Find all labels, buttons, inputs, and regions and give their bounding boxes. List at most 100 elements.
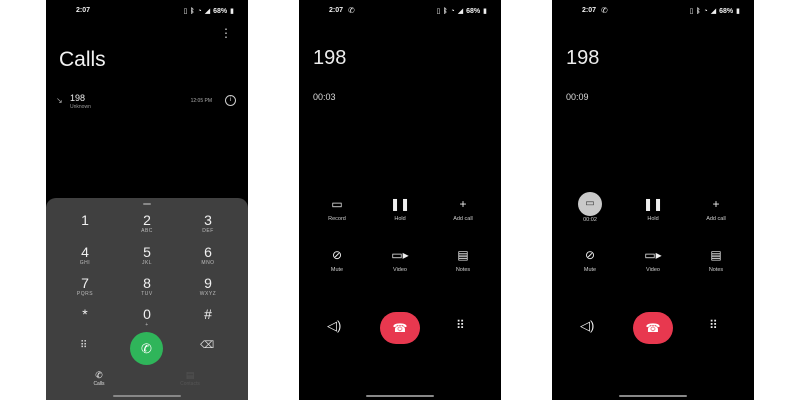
call-indicator-icon: ✆ <box>348 6 355 15</box>
contacts-tab-icon: ▤ <box>185 370 195 380</box>
dialpad: 1 2 ABC 3 DEF 4 GHI 5 JKL 6 MNO 7 PQRS 8 TUV 9W… <box>46 198 248 400</box>
notes-button[interactable]: ▤ Notes <box>686 247 746 273</box>
speaker-icon[interactable]: ◁) <box>327 318 341 334</box>
key-letters: WXYZ <box>199 291 217 297</box>
end-call-button[interactable]: ☎ <box>380 312 420 344</box>
control-label: Add call <box>453 216 473 222</box>
mute-button[interactable]: ⊘ Mute <box>307 247 367 273</box>
dialpad-key-5[interactable]: 5 JKL <box>122 244 172 267</box>
wifi-icon: ◔ <box>197 7 202 15</box>
call-timer: 00:03 <box>313 92 336 102</box>
record-button[interactable]: ▭ Record <box>307 196 367 222</box>
gesture-bar[interactable] <box>619 395 687 397</box>
video-button[interactable]: ▭▸ Video <box>623 247 683 273</box>
bluetooth-icon: ᛒ <box>443 7 448 15</box>
vibrate-icon: ▯ <box>183 8 188 15</box>
tab-label: Contacts <box>180 381 200 387</box>
calls-tab-icon: ✆ <box>95 370 103 380</box>
recording-duration: 00:02 <box>583 217 597 223</box>
vibrate-icon: ▯ <box>689 8 694 15</box>
dialpad-key-8[interactable]: 8 TUV <box>122 275 172 298</box>
dialpad-key-1[interactable]: 1 <box>60 212 110 228</box>
backspace-icon[interactable]: ⌫ <box>200 340 214 351</box>
keypad-icon[interactable]: ⠿ <box>456 318 465 332</box>
hold-button[interactable]: ❚❚ Hold <box>370 196 430 222</box>
battery-level: 68% <box>466 7 481 15</box>
battery-icon: ▮ <box>736 8 740 15</box>
key-digit: 8 <box>143 275 151 291</box>
signal-icon: ◢ <box>710 8 717 15</box>
key-digit: 7 <box>81 275 89 291</box>
dialpad-key-3[interactable]: 3 DEF <box>183 212 233 235</box>
keypad-icon[interactable]: ⠿ <box>709 318 718 332</box>
gesture-bar[interactable] <box>113 395 181 397</box>
dialpad-key-2[interactable]: 2 ABC <box>122 212 172 235</box>
call-log-row[interactable]: ↘ 198 Unknown 12:05 PM i <box>54 92 240 114</box>
control-label: Video <box>646 267 660 273</box>
battery-icon: ▮ <box>230 8 234 15</box>
video-button[interactable]: ▭▸ Video <box>370 247 430 273</box>
more-options-icon[interactable]: ⋮ <box>220 26 232 40</box>
call-log-time: 12:05 PM <box>190 98 212 104</box>
status-time: 2:07 <box>582 7 597 14</box>
status-icons: ▯ ᛒ ◔ ◢ 68% ▮ <box>436 7 487 16</box>
notes-icon: ▤ <box>457 248 469 262</box>
status-bar: 2:07 ▯ ᛒ ◔ ◢ 68% ▮ <box>46 7 248 19</box>
dialpad-key-4[interactable]: 4 GHI <box>60 244 110 267</box>
mic-off-icon: ⊘ <box>584 248 596 262</box>
tab-calls[interactable]: ✆ Calls <box>79 370 119 387</box>
key-digit: 6 <box>204 244 212 260</box>
caller-number: 198 <box>313 47 347 69</box>
missed-call-icon: ↘ <box>56 96 63 105</box>
gesture-bar[interactable] <box>366 395 434 397</box>
pause-icon: ❚❚ <box>642 197 664 211</box>
tab-contacts[interactable]: ▤ Contacts <box>170 370 210 387</box>
dialpad-key-hash[interactable]: # <box>183 306 233 322</box>
ongoing-call-recording-screen: 2:07 ✆ ▯ ᛒ ◔ ◢ 68% ▮ 198 00:09 ▭ 00:02 ❚❚… <box>552 0 754 400</box>
record-button[interactable]: ▭ 00:02 <box>560 192 620 223</box>
vibrate-icon: ▯ <box>436 8 441 15</box>
info-icon[interactable]: i <box>225 95 236 106</box>
control-label: Mute <box>330 267 344 273</box>
control-label: Notes <box>708 267 724 273</box>
video-camera-icon: ▭▸ <box>391 248 409 262</box>
control-label: Notes <box>455 267 471 273</box>
wifi-icon: ◔ <box>450 7 455 15</box>
call-log-subtitle: Unknown <box>70 104 91 110</box>
dialpad-key-star[interactable]: * <box>60 306 110 322</box>
call-indicator-icon: ✆ <box>601 6 608 15</box>
notes-icon: ▤ <box>710 248 722 262</box>
hang-up-icon: ☎ <box>392 321 408 335</box>
speaker-icon[interactable]: ◁) <box>580 318 594 334</box>
hold-button[interactable]: ❚❚ Hold <box>623 196 683 222</box>
tab-label: Calls <box>93 381 105 387</box>
mute-button[interactable]: ⊘ Mute <box>560 247 620 273</box>
status-bar: 2:07 ✆ ▯ ᛒ ◔ ◢ 68% ▮ <box>299 6 501 19</box>
dialpad-key-6[interactable]: 6 MNO <box>183 244 233 267</box>
caller-number: 198 <box>566 47 600 69</box>
dialpad-key-9[interactable]: 9 WXYZ <box>183 275 233 298</box>
keypad-toggle-icon[interactable]: ⠿ <box>80 340 87 351</box>
add-call-button[interactable]: + Add call <box>433 196 493 222</box>
notes-button[interactable]: ▤ Notes <box>433 247 493 273</box>
key-digit: 0 <box>143 306 151 322</box>
key-digit: 5 <box>143 244 151 260</box>
signal-icon: ◢ <box>204 8 211 15</box>
drag-handle[interactable] <box>143 203 151 205</box>
key-letters: JKL <box>141 260 153 266</box>
key-digit: 2 <box>143 212 151 228</box>
video-camera-icon: ▭▸ <box>644 248 662 262</box>
control-label: Add call <box>706 216 726 222</box>
record-icon: ▭ <box>578 192 602 216</box>
call-timer: 00:09 <box>566 92 589 102</box>
status-time: 2:07 <box>329 7 344 14</box>
end-call-button[interactable]: ☎ <box>633 312 673 344</box>
key-digit: 9 <box>204 275 212 291</box>
dialpad-key-7[interactable]: 7 PQRS <box>60 275 110 298</box>
add-call-button[interactable]: + Add call <box>686 196 746 222</box>
bluetooth-icon: ᛒ <box>696 7 701 15</box>
call-button[interactable]: ✆ <box>130 332 163 365</box>
key-letters: MNO <box>201 260 215 266</box>
dialpad-key-0[interactable]: 0 + <box>122 306 172 329</box>
record-icon: ▭ <box>331 197 343 211</box>
